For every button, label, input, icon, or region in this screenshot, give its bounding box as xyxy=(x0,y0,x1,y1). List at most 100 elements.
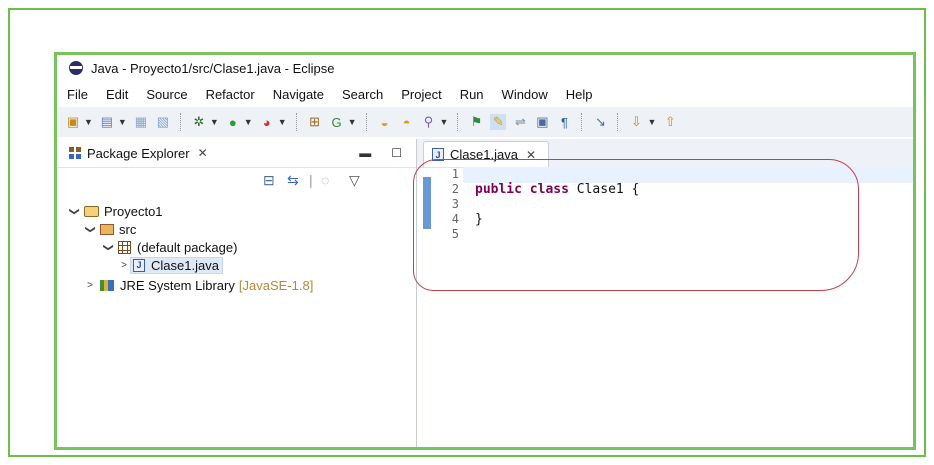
chevron-down-icon[interactable]: ❯ xyxy=(85,222,96,236)
main-toolbar: ▣ ▼ ▤ ▼ ▦ ▧ ✲ ▼ ● ▼ ◕ ▼ ⊞ G ▼ ◒ ◓ ⚲ ▼ ⚑ ✎ ⇌ ▣ ¶… xyxy=(57,107,913,137)
tree-item-jre[interactable]: > JRE System Library [JavaSE-1.8] xyxy=(83,276,313,294)
open-folder-icon[interactable]: ◓ xyxy=(399,114,415,130)
new-package-icon[interactable]: ⊞ xyxy=(307,114,323,130)
search-icon[interactable]: ⚲ xyxy=(421,114,437,130)
toolbar-separator xyxy=(617,113,619,131)
block-selection-icon[interactable]: ▣ xyxy=(534,114,550,130)
keyword-public: public xyxy=(475,182,522,197)
close-icon[interactable]: ✕ xyxy=(198,146,208,160)
search-dropdown-icon[interactable]: ▼ xyxy=(440,117,449,127)
run-dropdown-icon[interactable]: ▼ xyxy=(244,117,253,127)
package-label: (default package) xyxy=(137,239,238,255)
prev-annotation-icon[interactable]: ⇧ xyxy=(662,114,678,130)
close-icon[interactable]: ✕ xyxy=(526,148,536,162)
jre-version: [JavaSE-1.8] xyxy=(238,277,314,293)
menu-navigate[interactable]: Navigate xyxy=(273,87,324,102)
line-number: 1 xyxy=(451,167,459,181)
outer-frame: Java - Proyecto1/src/Clase1.java - Eclip… xyxy=(8,8,926,457)
menu-file[interactable]: File xyxy=(67,87,88,102)
pin-icon[interactable]: ⚑ xyxy=(468,114,484,130)
project-label: Proyecto1 xyxy=(104,203,163,219)
new-class-dropdown-icon[interactable]: ▼ xyxy=(348,117,357,127)
tree-item-clase1[interactable]: > J Clase1.java xyxy=(117,256,223,274)
collapse-all-icon[interactable]: ⊟ xyxy=(263,172,275,189)
change-marker xyxy=(423,177,431,229)
line-number: 5 xyxy=(451,227,459,241)
toolbar-separator xyxy=(365,113,368,131)
tree-item-src[interactable]: ❯ src xyxy=(83,220,137,238)
debug-icon[interactable]: ✲ xyxy=(191,114,207,130)
menu-window[interactable]: Window xyxy=(502,87,548,102)
annotation-icon[interactable]: ↘ xyxy=(592,114,608,130)
new-class-icon[interactable]: G xyxy=(329,114,345,130)
toggle-breadcrumb-icon[interactable]: ⇌ xyxy=(512,114,528,130)
keyword-class: class xyxy=(529,182,569,197)
menu-project[interactable]: Project xyxy=(401,87,441,102)
menu-edit[interactable]: Edit xyxy=(106,87,128,102)
code-editor[interactable]: 1 2 3 4 5 public class Clase1 { } xyxy=(413,159,913,447)
current-line-highlight xyxy=(463,167,913,183)
mark-occurrences-icon[interactable]: ✎ xyxy=(490,114,507,130)
package-explorer-tab[interactable]: Package Explorer xyxy=(87,146,190,161)
menu-bar: File Edit Source Refactor Navigate Searc… xyxy=(57,81,913,107)
show-whitespace-icon[interactable]: ¶ xyxy=(556,114,572,130)
src-label: src xyxy=(119,221,137,237)
editor-tab-clase1[interactable]: J Clase1.java ✕ xyxy=(423,141,549,167)
minimize-icon[interactable]: ▬ xyxy=(359,146,371,160)
editor-tab-label: Clase1.java xyxy=(450,147,518,162)
menu-refactor[interactable]: Refactor xyxy=(206,87,255,102)
package-explorer-icon xyxy=(69,147,81,159)
window-title: Java - Proyecto1/src/Clase1.java - Eclip… xyxy=(91,60,335,76)
package-explorer-tab-bar: Package Explorer ✕ ▬ ☐ xyxy=(57,139,416,168)
package-explorer-view: Package Explorer ✕ ▬ ☐ ⊟ ⇆ | ◌ ▽ ❯ Proye… xyxy=(57,139,417,447)
menu-search[interactable]: Search xyxy=(342,87,383,102)
new-dropdown-icon[interactable]: ▼ xyxy=(84,117,93,127)
line-number: 3 xyxy=(451,197,459,211)
focus-icon[interactable]: ◌ xyxy=(321,172,329,188)
toolbar-separator xyxy=(295,113,298,131)
java-file-icon: J xyxy=(133,258,145,272)
chevron-right-icon[interactable]: > xyxy=(83,280,97,291)
title-bar: Java - Proyecto1/src/Clase1.java - Eclip… xyxy=(57,55,913,81)
open-type-icon[interactable]: ◒ xyxy=(377,114,393,130)
external-tools-dropdown-icon[interactable]: ▼ xyxy=(278,117,287,127)
tree-item-project[interactable]: ❯ Proyecto1 xyxy=(67,202,163,220)
chevron-down-icon[interactable]: ❯ xyxy=(69,204,80,218)
code-line-2: public class Clase1 { xyxy=(475,182,639,197)
library-icon xyxy=(100,279,114,291)
eclipse-logo-icon xyxy=(69,61,83,75)
editor-area: J Clase1.java ✕ 1 2 3 4 5 public class C… xyxy=(413,139,913,447)
link-with-editor-icon[interactable]: ⇆ xyxy=(287,172,299,189)
source-folder-icon xyxy=(100,223,114,235)
line-number: 4 xyxy=(451,212,459,226)
file-label: Clase1.java xyxy=(151,257,219,273)
next-annotation-dropdown-icon[interactable]: ▼ xyxy=(647,117,656,127)
line-number: 2 xyxy=(451,182,459,196)
new-type-dropdown-icon[interactable]: ▼ xyxy=(118,117,127,127)
eclipse-screenshot: Java - Proyecto1/src/Clase1.java - Eclip… xyxy=(54,52,916,450)
save-icon[interactable]: ▦ xyxy=(133,114,149,130)
tree-item-default-package[interactable]: ❯ (default package) xyxy=(101,238,238,256)
toolbar-separator xyxy=(179,113,182,131)
debug-dropdown-icon[interactable]: ▼ xyxy=(210,117,219,127)
save-all-icon[interactable]: ▧ xyxy=(155,114,171,130)
view-toolbar: ⊟ ⇆ | ◌ ▽ xyxy=(57,168,416,198)
maximize-icon[interactable]: ☐ xyxy=(391,146,402,160)
java-file-icon: J xyxy=(432,148,444,161)
chevron-down-icon[interactable]: ❯ xyxy=(103,240,114,254)
menu-help[interactable]: Help xyxy=(566,87,593,102)
selected-file[interactable]: J Clase1.java xyxy=(130,256,223,274)
code-line-4: } xyxy=(475,212,483,227)
external-tools-icon[interactable]: ◕ xyxy=(259,114,275,130)
jre-label: JRE System Library xyxy=(120,277,235,293)
menu-run[interactable]: Run xyxy=(460,87,484,102)
new-icon[interactable]: ▣ xyxy=(65,114,81,130)
chevron-right-icon[interactable]: > xyxy=(117,260,131,271)
editor-tab-bar: J Clase1.java ✕ xyxy=(417,139,913,168)
new-type-icon[interactable]: ▤ xyxy=(99,114,115,130)
next-annotation-icon[interactable]: ⇩ xyxy=(628,114,644,130)
menu-source[interactable]: Source xyxy=(146,87,187,102)
view-menu-icon[interactable]: ▽ xyxy=(349,172,360,189)
run-icon[interactable]: ● xyxy=(225,114,241,130)
project-folder-icon xyxy=(84,205,99,217)
